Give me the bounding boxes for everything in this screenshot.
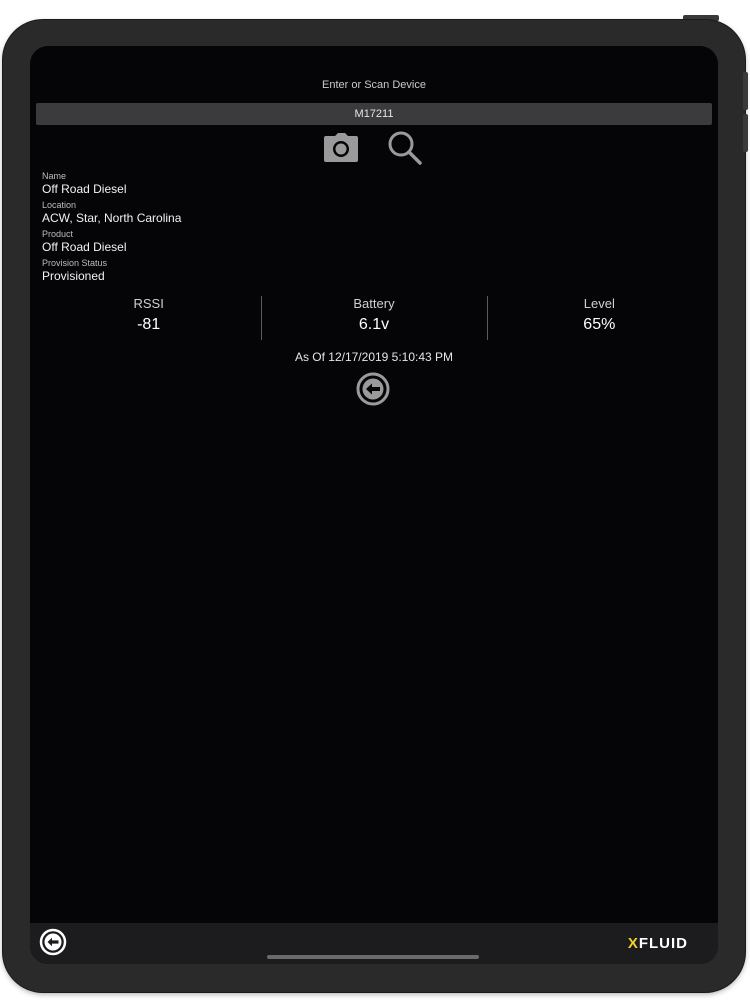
search-button[interactable] [385, 130, 425, 171]
battery-value: 6.1v [358, 316, 390, 333]
logo-x: X [627, 935, 639, 952]
level-label: Level [583, 296, 615, 311]
logo-text: FLUID [638, 935, 688, 952]
level-stat: Level 65% [486, 294, 712, 340]
provision-status-value: Provisioned [42, 269, 105, 283]
device-stats: RSSI -81 Battery 6.1v Level 65% [36, 294, 712, 340]
provision-status-label: Provision Status [42, 258, 108, 268]
location-value: ACW, Star, North Carolina [42, 211, 182, 225]
level-value: 65% [583, 316, 616, 333]
name-value: Off Road Diesel [42, 182, 127, 196]
name-label: Name [42, 171, 67, 181]
rssi-label: RSSI [133, 296, 164, 311]
device-details: Name Off Road Diesel Location ACW, Star,… [42, 171, 442, 287]
location-label: Location [42, 200, 77, 210]
xfluid-logo: XFLUID [628, 935, 688, 952]
back-button[interactable] [355, 372, 391, 411]
product-label: Product [42, 229, 74, 239]
camera-button[interactable] [321, 132, 361, 168]
back-arrow-circle-icon [39, 928, 67, 961]
app-screen: Enter or Scan Device Name Off Road Diese… [30, 46, 718, 964]
home-indicator[interactable] [267, 955, 479, 959]
device-id-input[interactable] [36, 103, 712, 125]
rssi-stat: RSSI -81 [36, 294, 261, 340]
rssi-value: -81 [137, 316, 161, 333]
search-icon [387, 130, 423, 171]
battery-stat: Battery 6.1v [261, 294, 486, 340]
volume-down-button [743, 114, 748, 152]
back-arrow-circle-icon [356, 372, 390, 411]
bottom-toolbar: XFLUID [30, 923, 718, 964]
battery-label: Battery [353, 296, 395, 311]
scan-label: Enter or Scan Device [322, 79, 426, 91]
camera-icon [323, 132, 359, 168]
toolbar-back-button[interactable] [38, 928, 68, 961]
volume-up-button [743, 72, 748, 110]
as-of-timestamp: As Of 12/17/2019 5:10:43 PM [294, 350, 454, 364]
product-value: Off Road Diesel [42, 240, 127, 254]
